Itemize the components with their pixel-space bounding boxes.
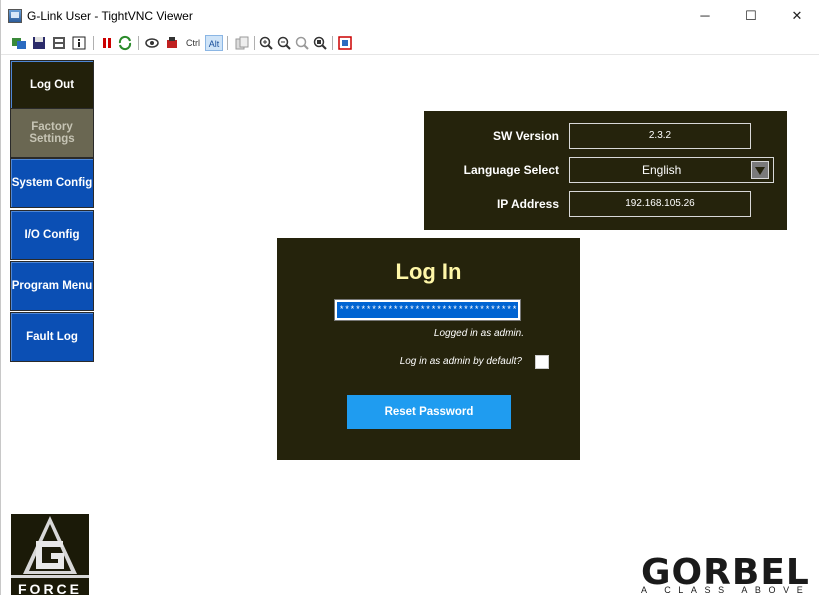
program-menu-button[interactable]: Program Menu — [10, 261, 94, 311]
vnc-window: G-Link User - TightVNC Viewer ─ ☐ ✕ Ctrl… — [0, 0, 819, 595]
window-title: G-Link User - TightVNC Viewer — [27, 9, 193, 23]
save-icon[interactable] — [31, 35, 47, 51]
default-admin-label: Log in as admin by default? — [399, 356, 522, 367]
title-bar[interactable]: G-Link User - TightVNC Viewer ─ ☐ ✕ — [1, 0, 819, 31]
default-admin-checkbox[interactable] — [535, 355, 549, 369]
factory-settings-button[interactable]: Factory Settings — [10, 108, 94, 158]
sw-version-label: SW Version — [492, 129, 559, 143]
send-ctrl-alt-del-icon[interactable] — [164, 35, 180, 51]
gorbel-logo: GORBEL A CLASS ABOVE — [641, 552, 819, 595]
close-button[interactable]: ✕ — [774, 0, 819, 31]
tightvnc-app-icon — [8, 9, 22, 23]
dropdown-arrow-icon[interactable] — [751, 161, 769, 179]
pause-icon[interactable] — [100, 35, 114, 51]
zoom-in-icon[interactable] — [258, 35, 274, 51]
alt-key-button[interactable]: Alt — [205, 35, 223, 51]
zoom-out-icon[interactable] — [276, 35, 292, 51]
password-field[interactable]: **************************************** — [334, 299, 521, 321]
sw-version-value: 2.3.2 — [569, 123, 751, 149]
info-icon[interactable] — [71, 35, 87, 51]
system-config-button[interactable]: System Config — [10, 158, 94, 208]
ip-address-label: IP Address — [496, 197, 559, 211]
gorbel-tagline: A CLASS ABOVE — [641, 585, 811, 595]
zoom-100-icon[interactable] — [294, 35, 310, 51]
login-panel: Log In *********************************… — [277, 238, 580, 460]
logout-button[interactable]: Log Out — [10, 60, 94, 110]
fault-log-button[interactable]: Fault Log — [10, 312, 94, 362]
ctrl-key-button[interactable]: Ctrl — [183, 35, 203, 51]
login-status-text: Logged in as admin. — [433, 328, 524, 339]
minimize-button[interactable]: ─ — [682, 0, 728, 31]
fullscreen-icon[interactable] — [337, 35, 353, 51]
gforce-wordmark: FORCE — [18, 581, 82, 595]
refresh-icon[interactable] — [117, 35, 133, 51]
login-title: Log In — [395, 259, 462, 284]
language-select-label: Language Select — [463, 163, 559, 177]
zoom-fit-icon[interactable] — [312, 35, 328, 51]
maximize-button[interactable]: ☐ — [728, 0, 774, 31]
language-select-dropdown[interactable]: English — [569, 157, 774, 183]
system-info-panel: SW Version 2.3.2 Language Select English… — [424, 111, 787, 230]
clipboard-icon[interactable] — [234, 35, 250, 51]
remote-cursor-icon[interactable] — [144, 35, 160, 51]
language-selected-value: English — [642, 163, 682, 177]
vnc-toolbar: Ctrl Alt — [1, 31, 819, 55]
gforce-logo: FORCE — [11, 514, 89, 595]
ip-address-value: 192.168.105.26 — [569, 191, 751, 217]
new-connection-icon[interactable] — [11, 35, 27, 51]
reset-password-button[interactable]: Reset Password — [347, 395, 511, 429]
io-config-button[interactable]: I/O Config — [10, 210, 94, 260]
options-icon[interactable] — [51, 35, 67, 51]
remote-desktop-area[interactable]: Log Out Factory Settings System Config I… — [1, 55, 819, 595]
